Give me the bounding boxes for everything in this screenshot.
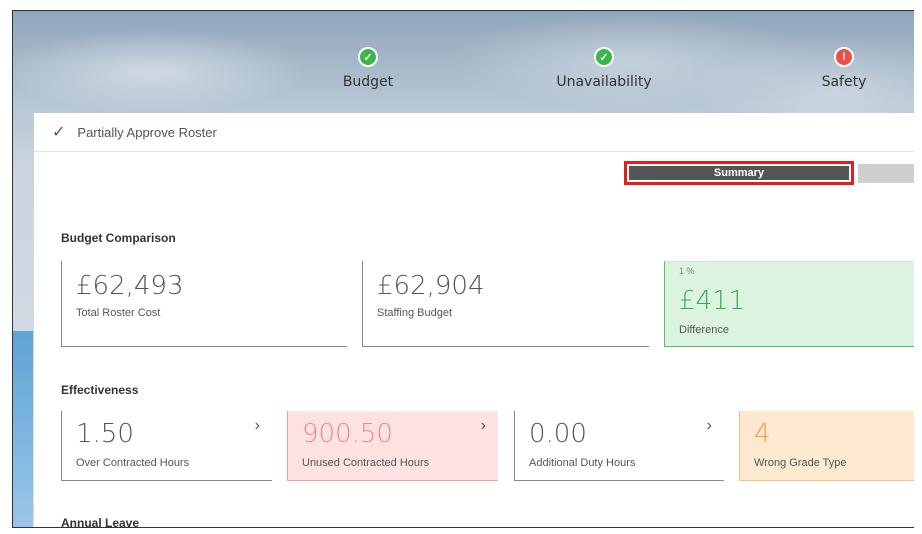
step-unavailability-label: Unavailability — [556, 74, 652, 90]
total-roster-cost-card: £62,493 Total Roster Cost — [61, 261, 347, 347]
unused-contracted-hours-label: Unused Contracted Hours — [302, 457, 430, 469]
app-frame: ✓ Budget ✓ Unavailability ! Safety ✓ Par… — [12, 10, 914, 528]
total-roster-cost-label: Total Roster Cost — [76, 307, 161, 319]
wrong-grade-type-value: 4 — [754, 419, 771, 449]
wrong-grade-type-label: Wrong Grade Type — [754, 457, 847, 469]
step-safety-label: Safety — [821, 74, 867, 90]
staffing-budget-card: £62,904 Staffing Budget — [362, 261, 649, 347]
step-unavailability[interactable]: ✓ Unavailability — [534, 47, 674, 90]
step-budget-label: Budget — [342, 74, 394, 90]
over-contracted-hours-card[interactable]: 1.50 Over Contracted Hours › — [61, 411, 272, 481]
additional-duty-hours-card[interactable]: 0.00 Additional Duty Hours › — [514, 411, 724, 481]
tab-next[interactable] — [858, 164, 914, 183]
effectiveness-heading: Effectiveness — [61, 383, 139, 397]
check-icon: ✓ — [52, 124, 66, 141]
difference-label: Difference — [679, 324, 729, 336]
difference-card: 1 % £411 Difference — [664, 261, 914, 347]
panel-title: Partially Approve Roster — [77, 124, 217, 140]
background-edge — [13, 331, 33, 527]
step-budget[interactable]: ✓ Budget — [298, 47, 438, 90]
chevron-right-icon[interactable]: › — [255, 417, 260, 435]
staffing-budget-value: £62,904 — [377, 271, 485, 301]
total-roster-cost-value: £62,493 — [76, 271, 184, 301]
tab-summary-label: Summary — [629, 166, 849, 180]
roster-approval-panel: ✓ Partially Approve Roster Summary Budge… — [34, 113, 914, 528]
annual-leave-heading: Annual Leave — [61, 516, 140, 528]
additional-duty-hours-value: 0.00 — [529, 419, 587, 449]
check-icon: ✓ — [358, 47, 378, 67]
panel-header: ✓ Partially Approve Roster — [34, 113, 914, 152]
over-contracted-hours-value: 1.50 — [76, 419, 134, 449]
over-contracted-hours-label: Over Contracted Hours — [76, 457, 190, 469]
alert-icon: ! — [834, 47, 854, 67]
unused-contracted-hours-card[interactable]: 900.50 Unused Contracted Hours › — [287, 411, 498, 481]
staffing-budget-label: Staffing Budget — [377, 307, 453, 319]
wrong-grade-type-card[interactable]: 4 Wrong Grade Type — [739, 411, 914, 481]
step-safety[interactable]: ! Safety — [774, 47, 914, 90]
chevron-right-icon[interactable]: › — [707, 417, 712, 435]
tab-summary[interactable]: Summary — [624, 161, 854, 185]
additional-duty-hours-label: Additional Duty Hours — [529, 457, 636, 469]
budget-comparison-heading: Budget Comparison — [61, 231, 176, 245]
check-icon: ✓ — [594, 47, 614, 67]
difference-value: £411 — [679, 286, 746, 316]
difference-percent: 1 % — [679, 266, 695, 276]
chevron-right-icon[interactable]: › — [481, 417, 486, 435]
unused-contracted-hours-value: 900.50 — [302, 419, 393, 449]
